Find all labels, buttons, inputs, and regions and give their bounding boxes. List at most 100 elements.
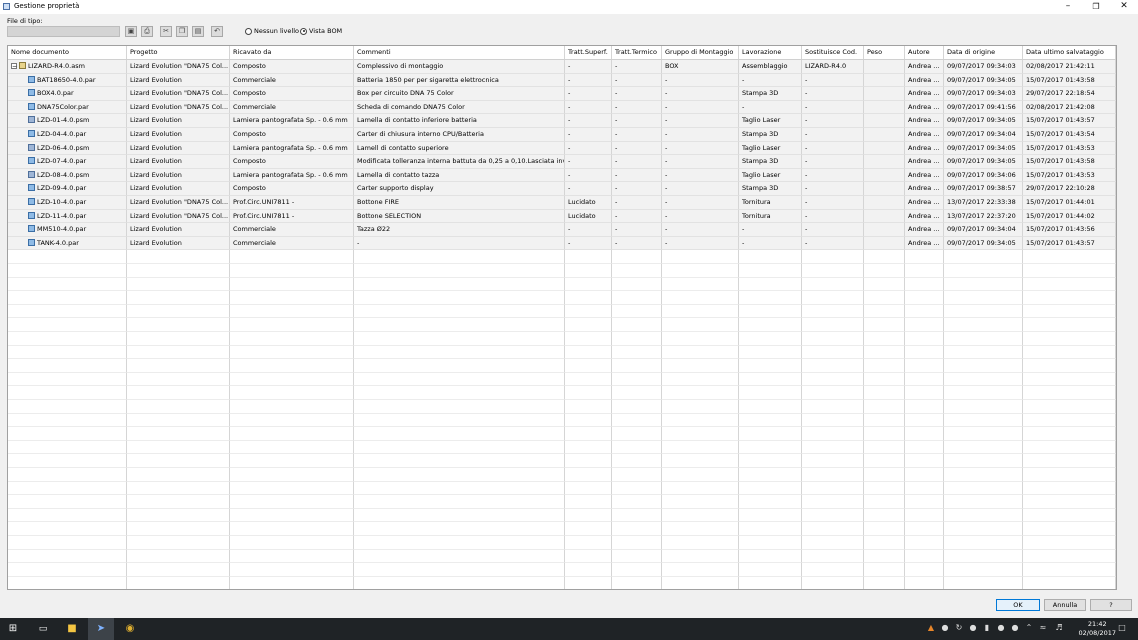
volume-icon[interactable]: ♬ xyxy=(1053,623,1065,633)
cancel-button[interactable]: Annulla xyxy=(1044,599,1086,611)
tray-chevron-icon[interactable]: ⌃ xyxy=(1025,623,1033,633)
header-col-nome-documento[interactable]: Nome documento xyxy=(8,46,127,59)
tray-app-icon[interactable]: ● xyxy=(969,623,977,633)
cell-tratt-superf[interactable]: - xyxy=(565,87,612,101)
cell-tratt-superf[interactable]: - xyxy=(565,114,612,128)
cell-autore[interactable]: Andrea ... xyxy=(905,196,944,210)
cell-tratt-superf[interactable]: - xyxy=(565,168,612,183)
cell-sostituisce-cod[interactable]: - xyxy=(802,155,864,169)
cell-gruppo-montaggio[interactable]: - xyxy=(662,182,739,196)
cell-peso[interactable] xyxy=(864,141,905,156)
cell-tratt-termico[interactable]: - xyxy=(612,60,662,74)
cell-ricavato-da[interactable]: Composto xyxy=(230,60,354,74)
cell-tratt-termico[interactable]: - xyxy=(612,168,662,183)
cell-ricavato-da[interactable]: Composto xyxy=(230,155,354,169)
cell-peso[interactable] xyxy=(864,87,905,101)
tray-usb-icon[interactable]: ▮ xyxy=(983,623,991,633)
cell-data-salvataggio[interactable]: 15/07/2017 01:43:57 xyxy=(1023,236,1116,251)
cell-lavorazione[interactable]: Stampa 3D xyxy=(739,128,802,142)
table-row[interactable]: LZD-08-4.0.psm Lizard Evolution Lamiera pa… xyxy=(8,168,1116,183)
table-row[interactable]: LZD-09-4.0.par Lizard Evolution Composto Ca… xyxy=(8,182,1116,196)
cell-tratt-termico[interactable]: - xyxy=(612,223,662,237)
header-col-tratt-superf[interactable]: Tratt.Superf. xyxy=(565,46,612,59)
cell-ricavato-da[interactable]: Lamiera pantografata Sp. - 0.6 mm xyxy=(230,168,354,183)
cell-data-origine[interactable]: 09/07/2017 09:34:03 xyxy=(944,87,1023,101)
cell-tratt-superf[interactable]: - xyxy=(565,128,612,142)
cell-ricavato-da[interactable]: Commerciale xyxy=(230,73,354,88)
cell-autore[interactable]: Andrea ... xyxy=(905,141,944,156)
cell-progetto[interactable]: Lizard Evolution xyxy=(127,128,230,142)
cell-nome-documento[interactable]: LZD-01-4.0.psm xyxy=(8,114,127,128)
cell-nome-documento[interactable]: BOX4.0.par xyxy=(8,87,127,101)
cell-sostituisce-cod[interactable]: - xyxy=(802,141,864,156)
radio-vista-bom[interactable]: Vista BOM xyxy=(300,27,342,35)
cell-progetto[interactable]: Lizard Evolution "DNA75 Col... xyxy=(127,100,230,115)
file-explorer-icon[interactable]: ■ xyxy=(59,618,85,640)
cell-nome-documento[interactable]: TANK-4.0.par xyxy=(8,236,127,251)
tray-app-icon[interactable]: ● xyxy=(997,623,1005,633)
cell-autore[interactable]: Andrea ... xyxy=(905,60,944,74)
cell-data-origine[interactable]: 09/07/2017 09:38:57 xyxy=(944,182,1023,196)
cell-autore[interactable]: Andrea ... xyxy=(905,236,944,251)
cell-tratt-superf[interactable]: - xyxy=(565,155,612,169)
cell-progetto[interactable]: Lizard Evolution xyxy=(127,168,230,183)
cell-data-origine[interactable]: 09/07/2017 09:34:05 xyxy=(944,114,1023,128)
cell-autore[interactable]: Andrea ... xyxy=(905,209,944,224)
cell-tratt-termico[interactable]: - xyxy=(612,100,662,115)
cell-data-origine[interactable]: 09/07/2017 09:34:03 xyxy=(944,60,1023,74)
cell-nome-documento[interactable]: LZD-06-4.0.psm xyxy=(8,141,127,156)
cell-progetto[interactable]: Lizard Evolution "DNA75 Col... xyxy=(127,87,230,101)
header-col-sostituisce-cod[interactable]: Sostituisce Cod. xyxy=(802,46,864,59)
cell-nome-documento[interactable]: LZD-10-4.0.par xyxy=(8,196,127,210)
cell-sostituisce-cod[interactable]: - xyxy=(802,114,864,128)
print-icon[interactable]: ⎙ xyxy=(141,26,153,37)
table-row[interactable]: − LIZARD-R4.0.asm Lizard Evolution "DNA75 … xyxy=(8,60,1116,74)
table-row[interactable]: TANK-4.0.par Lizard Evolution Commerciale -… xyxy=(8,236,1116,251)
notifications-icon[interactable]: □ xyxy=(1116,623,1128,633)
cell-commenti[interactable]: Tazza Ø22 xyxy=(354,223,565,237)
cell-gruppo-montaggio[interactable]: BOX xyxy=(662,60,739,74)
cell-tratt-termico[interactable]: - xyxy=(612,114,662,128)
cell-data-origine[interactable]: 09/07/2017 09:34:05 xyxy=(944,73,1023,88)
cell-sostituisce-cod[interactable]: - xyxy=(802,236,864,251)
chrome-icon[interactable]: ◉ xyxy=(117,618,143,640)
cell-autore[interactable]: Andrea ... xyxy=(905,128,944,142)
solid-edge-icon[interactable]: ➤ xyxy=(88,618,114,640)
cell-autore[interactable]: Andrea ... xyxy=(905,114,944,128)
cell-ricavato-da[interactable]: Lamiera pantografata Sp. - 0.6 mm xyxy=(230,141,354,156)
cell-data-salvataggio[interactable]: 02/08/2017 21:42:08 xyxy=(1023,100,1116,115)
table-row[interactable]: BAT18650-4.0.par Lizard Evolution Commerci… xyxy=(8,73,1116,88)
cell-data-origine[interactable]: 09/07/2017 09:34:05 xyxy=(944,155,1023,169)
cell-tratt-termico[interactable]: - xyxy=(612,128,662,142)
network-icon[interactable]: ≈ xyxy=(1039,623,1047,633)
cell-lavorazione[interactable]: Assemblaggio xyxy=(739,60,802,74)
table-row[interactable]: LZD-07-4.0.par Lizard Evolution Composto Mo… xyxy=(8,155,1116,169)
task-view-icon[interactable]: ▭ xyxy=(30,618,56,640)
cell-autore[interactable]: Andrea ... xyxy=(905,168,944,183)
cell-tratt-superf[interactable]: - xyxy=(565,60,612,74)
cell-ricavato-da[interactable]: Prof.Circ.UNI7811 - xyxy=(230,196,354,210)
cell-data-origine[interactable]: 09/07/2017 09:34:05 xyxy=(944,141,1023,156)
cell-gruppo-montaggio[interactable]: - xyxy=(662,73,739,88)
header-col-data-salvataggio[interactable]: Data ultimo salvataggio xyxy=(1023,46,1116,59)
cell-commenti[interactable]: Complessivo di montaggio xyxy=(354,60,565,74)
cell-gruppo-montaggio[interactable]: - xyxy=(662,100,739,115)
header-col-tratt-termico[interactable]: Tratt.Termico xyxy=(612,46,662,59)
cell-lavorazione[interactable]: - xyxy=(739,223,802,237)
cell-data-salvataggio[interactable]: 29/07/2017 22:18:54 xyxy=(1023,87,1116,101)
cell-commenti[interactable]: Lamella di contatto tazza xyxy=(354,168,565,183)
cell-gruppo-montaggio[interactable]: - xyxy=(662,209,739,224)
cell-data-origine[interactable]: 09/07/2017 09:34:06 xyxy=(944,168,1023,183)
cell-tratt-superf[interactable]: Lucidato xyxy=(565,196,612,210)
cell-commenti[interactable]: Bottone FIRE xyxy=(354,196,565,210)
cell-tratt-termico[interactable]: - xyxy=(612,87,662,101)
windows-start-icon[interactable]: ⊞ xyxy=(0,618,26,640)
tray-app-icon[interactable]: ● xyxy=(1011,623,1019,633)
cell-data-salvataggio[interactable]: 15/07/2017 01:43:56 xyxy=(1023,223,1116,237)
cell-peso[interactable] xyxy=(864,182,905,196)
cell-data-origine[interactable]: 09/07/2017 09:41:56 xyxy=(944,100,1023,115)
cell-tratt-superf[interactable]: - xyxy=(565,236,612,251)
cell-sostituisce-cod[interactable]: - xyxy=(802,196,864,210)
cell-tratt-termico[interactable]: - xyxy=(612,209,662,224)
cell-ricavato-da[interactable]: Composto xyxy=(230,87,354,101)
